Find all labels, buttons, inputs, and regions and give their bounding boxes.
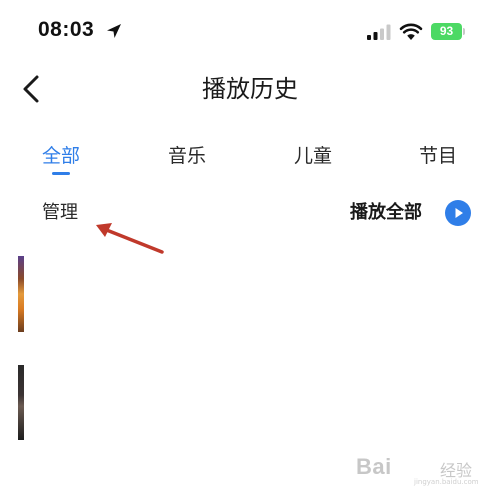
history-item-thumbnail[interactable] [18,365,24,440]
battery-level: 93 [439,24,454,38]
watermark-url: jingyan.baidu.com [414,478,479,486]
wifi-icon [399,23,423,40]
battery-icon: 93 [431,23,462,40]
page-title: 播放历史 [202,75,298,103]
cellular-signal-icon [367,24,391,40]
baidu-watermark: Bai 经验 jingyan.baidu.com [356,448,486,488]
tab-children[interactable]: 儿童 [294,142,332,170]
manage-button[interactable]: 管理 [42,200,78,226]
watermark-logo-text: Bai [356,454,392,479]
tab-music[interactable]: 音乐 [168,142,206,170]
status-bar: 08:03 93 [0,0,500,62]
tab-all[interactable]: 全部 [42,142,80,170]
category-tabs: 全部 音乐 儿童 节目 [0,142,500,176]
history-item-thumbnail[interactable] [18,256,24,332]
status-time: 08:03 [38,18,95,41]
active-tab-indicator [52,172,70,175]
play-circle-icon [445,200,471,226]
location-arrow-icon [107,24,121,38]
red-arrow-icon [96,223,164,254]
battery-tip [463,28,465,35]
tab-programs[interactable]: 节目 [419,142,457,170]
play-all-label: 播放全部 [350,202,422,223]
